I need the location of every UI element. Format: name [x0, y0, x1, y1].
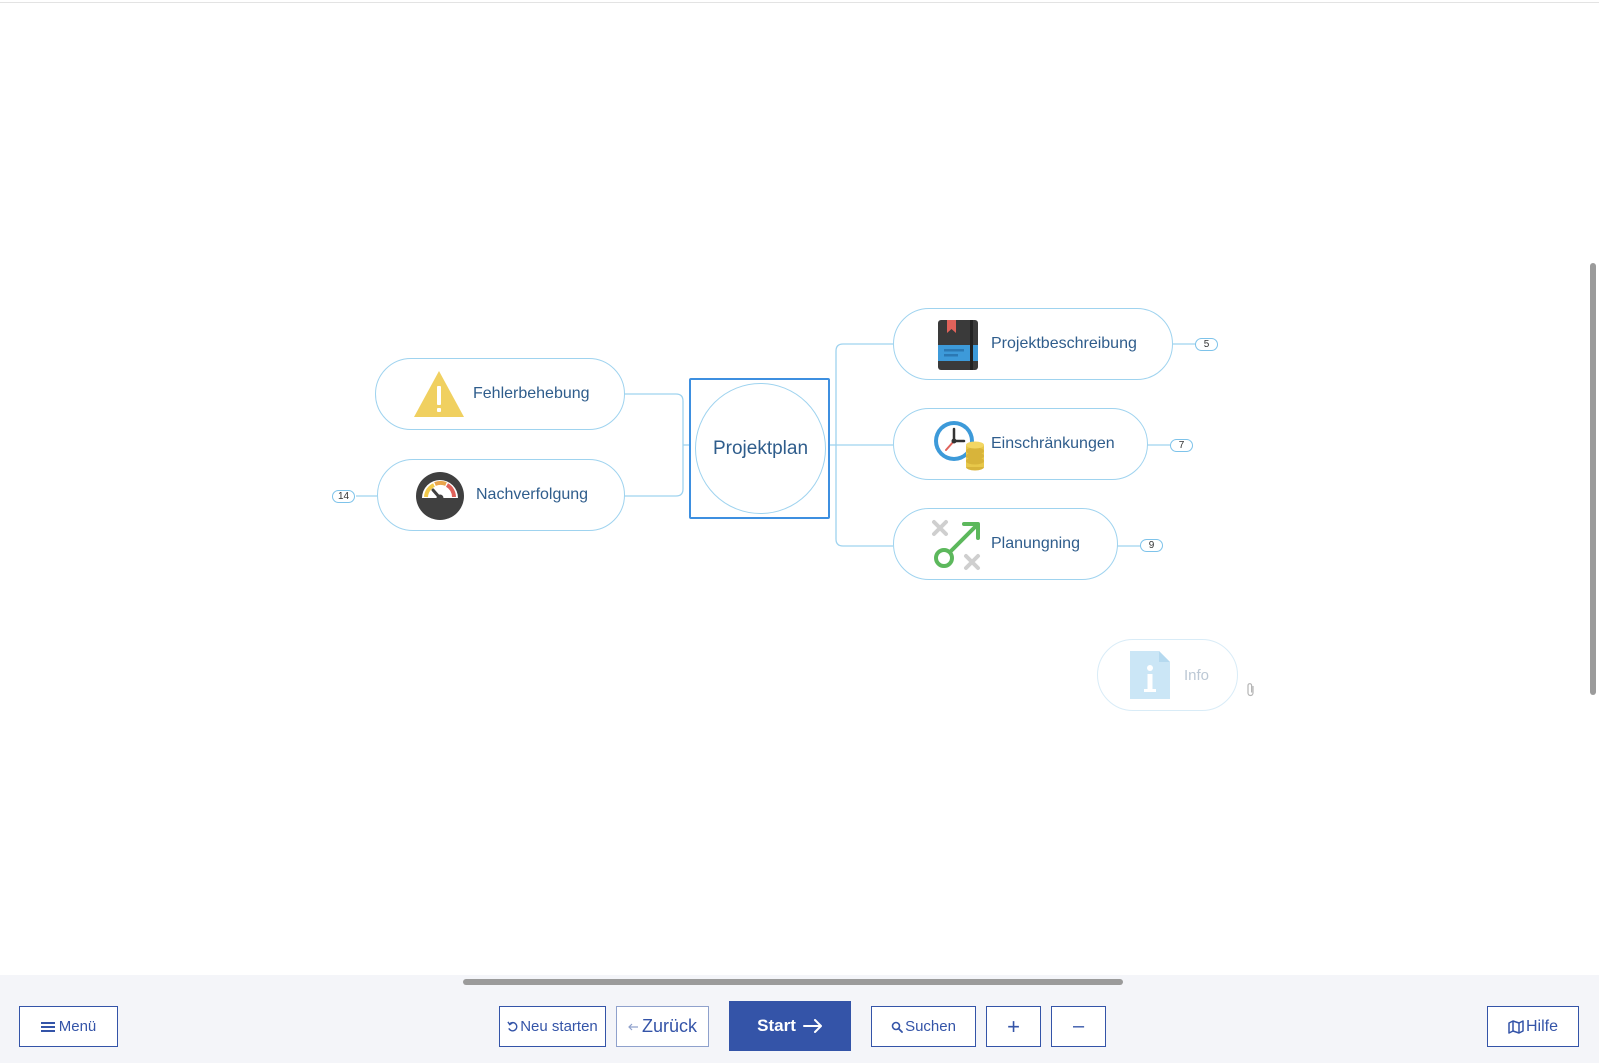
topic-projektbeschreibung[interactable]: Projektbeschreibung [893, 308, 1173, 380]
zoom-in-label: + [1007, 1013, 1020, 1039]
subtopic-count-badge[interactable]: 14 [332, 490, 356, 503]
bottom-toolbar: Menü Neu starten Zurück Start Suchen + –… [0, 975, 1599, 1063]
subtopic-count-badge[interactable]: 7 [1170, 439, 1193, 452]
central-topic[interactable]: Projektplan [689, 378, 830, 519]
paperclip-icon[interactable] [1246, 682, 1256, 703]
notebook-icon [937, 319, 979, 376]
search-icon [891, 1021, 903, 1033]
topic-nachverfolgung[interactable]: Nachverfolgung [377, 459, 625, 531]
rotate-left-icon [507, 1021, 518, 1032]
subtopic-count-badge[interactable]: 9 [1140, 539, 1163, 552]
back-button[interactable]: Zurück [616, 1006, 709, 1047]
topic-label: Planungning [991, 535, 1080, 552]
topic-fehlerbehebung[interactable]: Fehlerbehebung [375, 358, 625, 430]
topic-planungning[interactable]: Planungning [893, 508, 1118, 580]
menu-button[interactable]: Menü [19, 1006, 118, 1047]
topic-label: Projektbeschreibung [991, 335, 1137, 352]
search-button[interactable]: Suchen [871, 1006, 976, 1047]
search-button-label: Suchen [905, 1018, 956, 1035]
mindmap-viewer: Projektplan Fehlerbehebung Nachverfolgun… [0, 0, 1599, 1063]
back-button-label: Zurück [641, 1016, 697, 1036]
strategy-icon [931, 519, 985, 576]
zoom-out-label: – [1072, 1015, 1085, 1037]
map-icon [1508, 1019, 1524, 1034]
floating-topic-label: Info [1184, 666, 1210, 684]
topic-label: Fehlerbehebung [473, 385, 590, 402]
clock-coins-icon [931, 419, 985, 476]
topic-label: Einschränkungen [991, 435, 1115, 452]
start-button[interactable]: Start [729, 1001, 851, 1051]
topic-label: Nachverfolgung [476, 486, 589, 503]
restart-button-label: Neu starten [520, 1018, 598, 1035]
info-document-icon [1129, 650, 1171, 705]
map-canvas[interactable]: Projektplan Fehlerbehebung Nachverfolgun… [0, 3, 1590, 975]
hamburger-icon [40, 1021, 55, 1033]
floating-topic-info[interactable]: Info [1097, 639, 1238, 711]
topic-einschraenkungen[interactable]: Einschränkungen [893, 408, 1148, 480]
mindmap: Projektplan Fehlerbehebung Nachverfolgun… [0, 3, 1590, 975]
arrow-right-icon [802, 1019, 823, 1033]
help-button[interactable]: Hilfe [1487, 1006, 1579, 1047]
zoom-out-button[interactable]: – [1051, 1006, 1106, 1047]
central-topic-label: Projektplan [712, 437, 809, 459]
warning-icon [413, 369, 465, 424]
vertical-scrollbar-thumb[interactable] [1590, 263, 1596, 695]
help-button-label: Hilfe [1525, 1017, 1558, 1035]
connector-left [624, 393, 684, 497]
subtopic-count-badge[interactable]: 5 [1195, 338, 1218, 351]
restart-button[interactable]: Neu starten [499, 1006, 606, 1047]
central-topic-circle: Projektplan [695, 383, 826, 514]
arrow-left-icon [628, 1023, 639, 1031]
zoom-in-button[interactable]: + [986, 1006, 1041, 1047]
horizontal-scrollbar-thumb[interactable] [463, 979, 1123, 985]
menu-button-label: Menü [58, 1018, 97, 1035]
start-button-label: Start [757, 1016, 796, 1035]
gauge-icon [415, 471, 465, 526]
